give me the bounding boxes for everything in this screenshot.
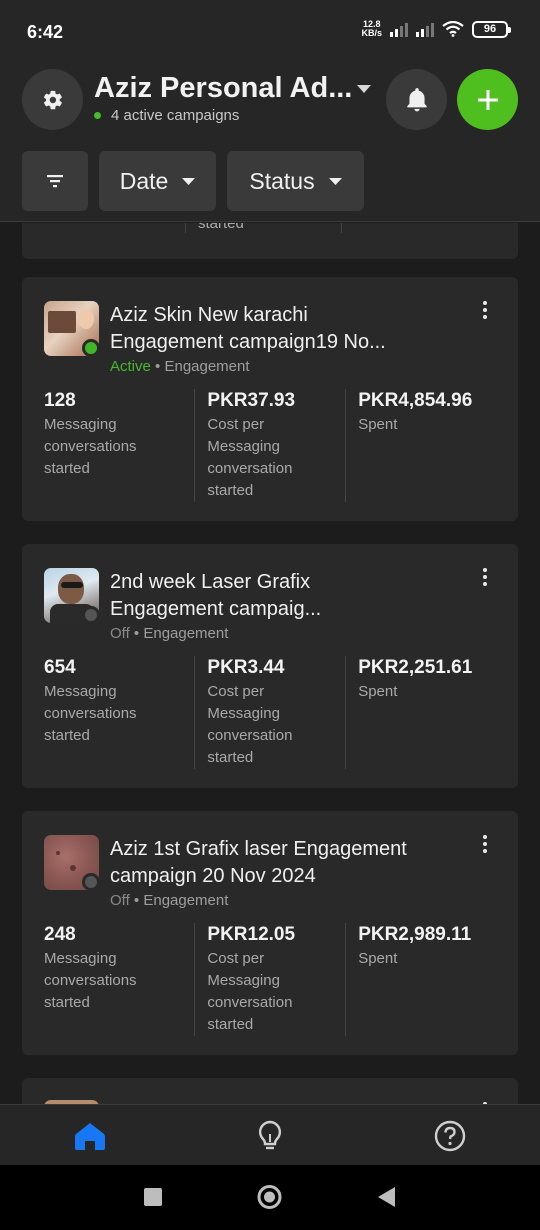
campaign-status-line: Off • Engagement	[110, 625, 229, 642]
metric-spent: PKR4,854.96 Spent	[345, 389, 496, 502]
campaign-list[interactable]: started Aziz Skin New karachi Engagement…	[0, 223, 540, 1104]
metric-results: 654 Messaging conversations started	[44, 657, 137, 744]
date-filter-dropdown[interactable]: Date	[99, 151, 216, 211]
account-name[interactable]: Aziz Personal Ad...	[94, 72, 352, 105]
campaign-status-line: Active • Engagement	[110, 358, 250, 375]
active-status-dot	[82, 339, 100, 357]
campaign-status-line: Off • Engagement	[110, 892, 229, 909]
active-campaigns-status: 4 active campaigns	[94, 107, 239, 124]
metric-results: 128 Messaging conversations started	[44, 390, 137, 477]
metric-spent: PKR2,989.11 Spent	[345, 923, 496, 1036]
nav-help[interactable]	[433, 1119, 467, 1153]
create-campaign-button[interactable]	[457, 69, 518, 130]
campaign-title[interactable]: 2nd week Laser Grafix Engagement campaig…	[110, 569, 450, 623]
more-options-icon[interactable]	[482, 568, 488, 586]
plus-icon	[477, 89, 498, 110]
campaign-card[interactable]: 2nd week Laser Grafix Engagement campaig…	[22, 544, 518, 788]
network-speed: 12.8 KB/s	[361, 19, 382, 38]
gear-icon	[43, 90, 62, 109]
metric-divider	[185, 223, 186, 233]
bottom-navigation	[0, 1104, 540, 1165]
filter-button[interactable]	[22, 151, 88, 211]
wifi-icon	[442, 21, 464, 37]
recents-button[interactable]	[143, 1185, 163, 1209]
battery-icon: 96	[472, 20, 511, 38]
notifications-button[interactable]	[386, 69, 447, 130]
chevron-down-icon	[328, 177, 342, 185]
chevron-down-icon[interactable]	[357, 85, 371, 93]
signal-icon	[390, 22, 408, 37]
campaign-metrics: 128 Messaging conversations started PKR3…	[44, 389, 496, 502]
nav-insights[interactable]	[253, 1119, 287, 1153]
campaign-card-partial[interactable]	[22, 1078, 518, 1104]
back-button[interactable]	[376, 1185, 396, 1209]
campaign-card-partial[interactable]: started	[22, 223, 518, 259]
campaign-metrics: 248 Messaging conversations started PKR1…	[44, 923, 496, 1036]
chevron-down-icon	[182, 177, 196, 185]
status-icons: 12.8 KB/s 96	[361, 19, 511, 38]
campaign-card[interactable]: Aziz Skin New karachi Engagement campaig…	[22, 277, 518, 521]
home-button[interactable]	[256, 1185, 283, 1209]
system-navigation-bar	[0, 1165, 540, 1230]
nav-home[interactable]	[73, 1119, 107, 1153]
more-options-icon[interactable]	[482, 301, 488, 319]
metric-label: started	[198, 223, 244, 232]
home-icon	[75, 1123, 105, 1150]
signal-icon	[416, 22, 434, 37]
lightbulb-icon	[258, 1120, 282, 1150]
metric-cost-per-result: PKR12.05 Cost per Messaging conversation…	[194, 923, 345, 1036]
bell-icon	[406, 87, 427, 111]
active-indicator-dot	[94, 112, 101, 119]
app-header: Aziz Personal Ad... 4 active campaigns D…	[0, 62, 540, 222]
status-filter-dropdown[interactable]: Status	[227, 151, 364, 211]
filter-icon	[47, 175, 63, 188]
more-options-icon[interactable]	[482, 835, 488, 853]
campaign-card[interactable]: Aziz 1st Grafix laser Engagement campaig…	[22, 811, 518, 1055]
inactive-status-dot	[82, 606, 100, 624]
filter-bar: Date Status	[22, 151, 364, 211]
inactive-status-dot	[82, 873, 100, 891]
metric-spent: PKR2,251.61 Spent	[345, 656, 496, 769]
help-icon	[434, 1120, 466, 1152]
metric-results: 248 Messaging conversations started	[44, 924, 137, 1011]
settings-button[interactable]	[22, 69, 83, 130]
status-bar: 6:42 12.8 KB/s 96	[0, 0, 540, 62]
metric-divider	[341, 223, 342, 233]
metric-cost-per-result: PKR3.44 Cost per Messaging conversation …	[194, 656, 345, 769]
campaign-title[interactable]: Aziz 1st Grafix laser Engagement campaig…	[110, 836, 450, 890]
clock: 6:42	[27, 22, 64, 42]
metric-cost-per-result: PKR37.93 Cost per Messaging conversation…	[194, 389, 345, 502]
campaign-metrics: 654 Messaging conversations started PKR3…	[44, 656, 496, 769]
campaign-title[interactable]: Aziz Skin New karachi Engagement campaig…	[110, 302, 450, 356]
